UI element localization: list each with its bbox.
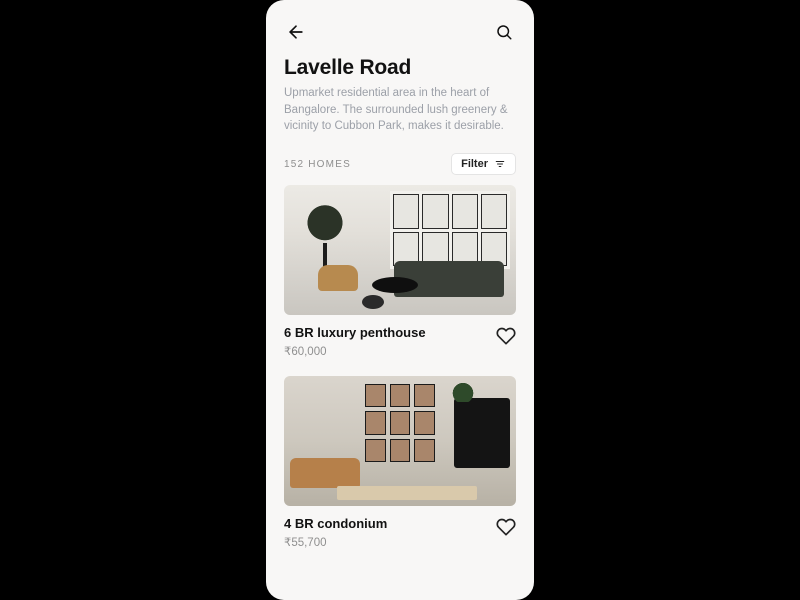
heart-icon [496,326,516,346]
count-filter-row: 152 HOMES Filter [266,135,534,185]
listing-title: 4 BR condonium [284,516,387,531]
listings: 6 BR luxury penthouse ₹60,000 4 BR condo… [266,185,534,587]
favorite-button[interactable] [496,517,516,542]
app-screen: Lavelle Road Upmarket residential area i… [266,0,534,600]
sliders-icon [494,159,506,169]
filter-button[interactable]: Filter [451,153,516,175]
listing-meta: 6 BR luxury penthouse ₹60,000 [284,325,516,358]
heart-icon [496,517,516,537]
listing-photo [284,185,516,315]
listing-price: ₹55,700 [284,535,387,549]
page-title: Lavelle Road [284,56,516,80]
back-button[interactable] [284,20,308,44]
search-button[interactable] [492,20,516,44]
arrow-left-icon [286,22,306,42]
listing-card[interactable]: 6 BR luxury penthouse ₹60,000 [284,185,516,358]
homes-count: 152 HOMES [284,159,351,170]
page-description: Upmarket residential area in the heart o… [284,85,516,135]
favorite-button[interactable] [496,326,516,351]
top-bar [266,0,534,52]
title-block: Lavelle Road Upmarket residential area i… [266,52,534,135]
listing-meta: 4 BR condonium ₹55,700 [284,516,516,549]
listing-card[interactable]: 4 BR condonium ₹55,700 [284,376,516,549]
listing-price: ₹60,000 [284,344,426,358]
search-icon [495,23,513,41]
listing-title: 6 BR luxury penthouse [284,325,426,340]
listing-photo [284,376,516,506]
filter-label: Filter [461,158,488,170]
